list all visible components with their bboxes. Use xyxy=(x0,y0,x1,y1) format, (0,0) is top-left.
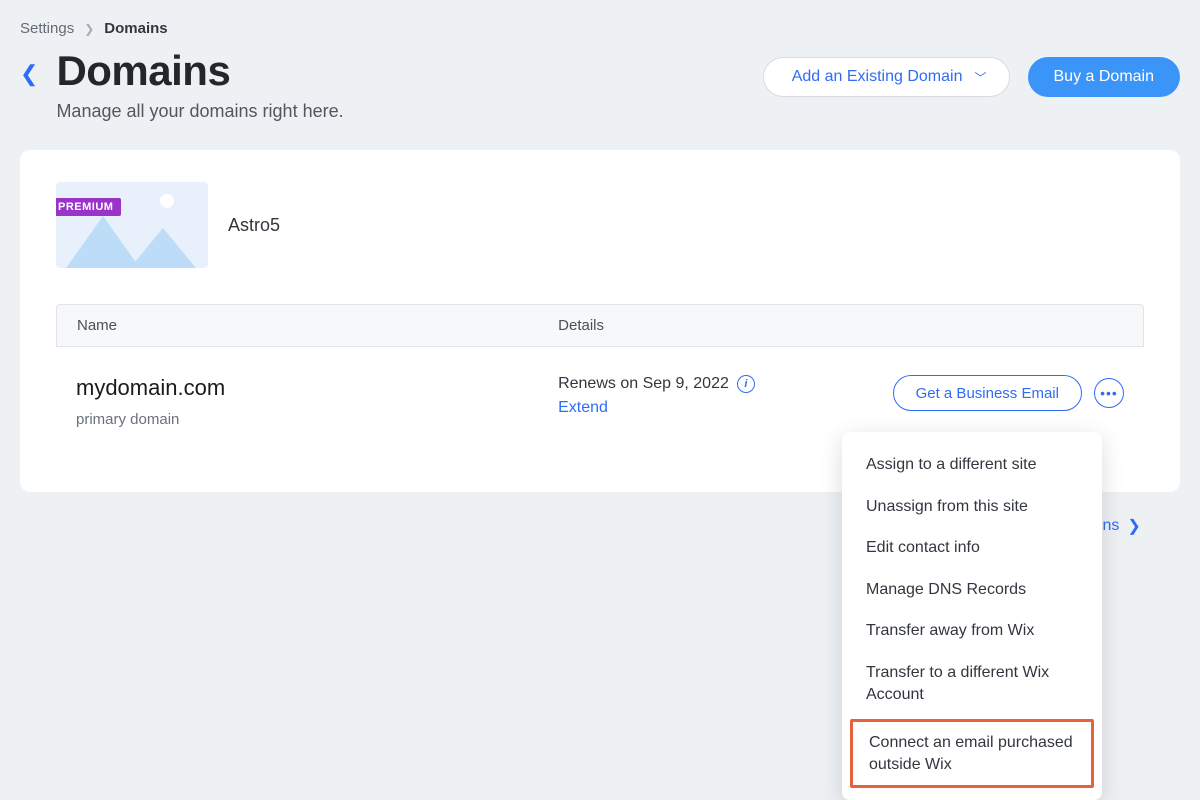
menu-assign-different-site[interactable]: Assign to a different site xyxy=(842,444,1102,486)
chevron-right-icon: ❯ xyxy=(84,22,94,36)
premium-badge: PREMIUM xyxy=(56,198,121,216)
back-arrow-icon[interactable]: ❮ xyxy=(20,61,38,87)
breadcrumb-current: Domains xyxy=(104,20,167,37)
get-business-email-button[interactable]: Get a Business Email xyxy=(893,375,1082,411)
breadcrumb-parent[interactable]: Settings xyxy=(20,20,74,37)
site-name: Astro5 xyxy=(228,215,280,236)
more-actions-menu: Assign to a different site Unassign from… xyxy=(842,432,1102,800)
site-thumbnail: PREMIUM xyxy=(56,182,208,268)
buy-domain-label: Buy a Domain xyxy=(1054,68,1155,86)
page-subtitle: Manage all your domains right here. xyxy=(56,101,343,122)
info-icon[interactable]: i xyxy=(737,375,755,393)
mountains-icon xyxy=(56,222,208,268)
buy-domain-button[interactable]: Buy a Domain xyxy=(1028,57,1181,97)
column-header-name: Name xyxy=(77,317,558,334)
page-title: Domains xyxy=(56,47,343,95)
column-header-details: Details xyxy=(558,317,1123,334)
menu-transfer-account[interactable]: Transfer to a different Wix Account xyxy=(842,652,1102,715)
primary-domain-label: primary domain xyxy=(76,411,558,428)
menu-manage-dns[interactable]: Manage DNS Records xyxy=(842,569,1102,611)
extend-link[interactable]: Extend xyxy=(558,399,608,417)
renews-text: Renews on Sep 9, 2022 xyxy=(558,375,729,393)
menu-transfer-away[interactable]: Transfer away from Wix xyxy=(842,610,1102,652)
chevron-down-icon: ﹀ xyxy=(974,69,986,86)
table-header: Name Details xyxy=(56,304,1144,347)
chevron-right-icon: ❯ xyxy=(1127,516,1140,536)
more-actions-button[interactable]: ••• xyxy=(1094,378,1124,408)
domain-name: mydomain.com xyxy=(76,375,558,401)
add-existing-domain-label: Add an Existing Domain xyxy=(792,68,963,86)
breadcrumb: Settings ❯ Domains xyxy=(20,20,1180,37)
menu-connect-email[interactable]: Connect an email purchased outside Wix xyxy=(850,719,1094,788)
menu-unassign-site[interactable]: Unassign from this site xyxy=(842,486,1102,528)
add-existing-domain-button[interactable]: Add an Existing Domain ﹀ xyxy=(763,57,1010,97)
sun-icon xyxy=(160,194,174,208)
menu-edit-contact[interactable]: Edit contact info xyxy=(842,527,1102,569)
